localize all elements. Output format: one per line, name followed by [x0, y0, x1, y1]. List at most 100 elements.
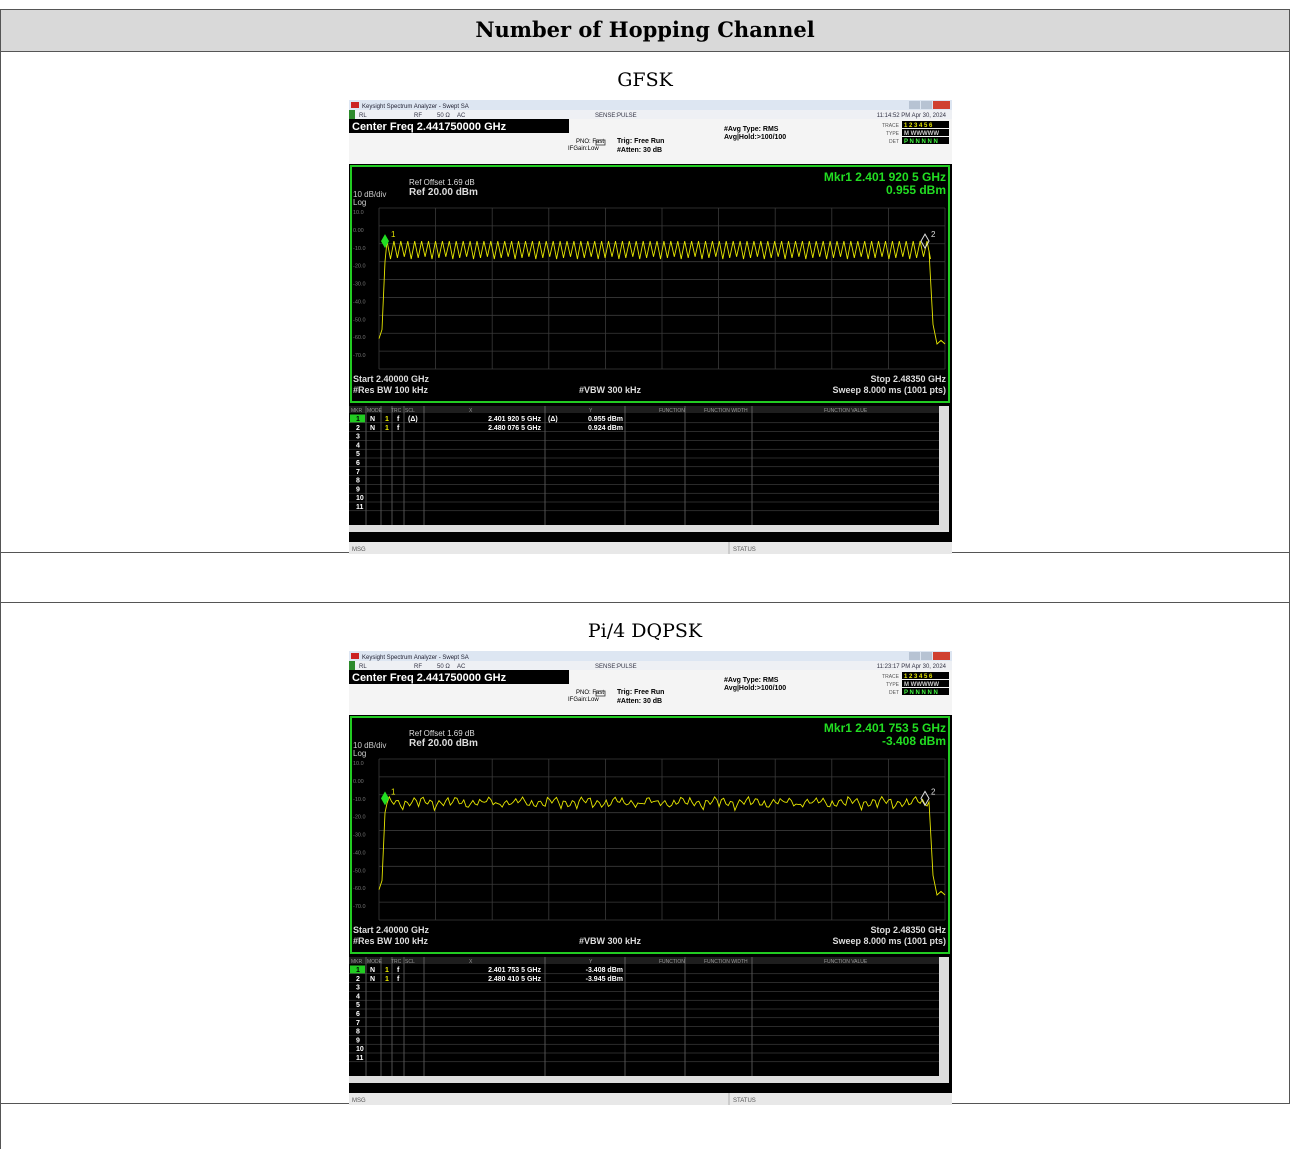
marker-2-label: 2: [931, 787, 936, 796]
table-header: MODE: [367, 408, 383, 414]
status-datetime: 11:14:52 PM Apr 30, 2024: [877, 113, 947, 119]
center-freq-text: Center Freq 2.441750000 GHz: [352, 121, 507, 133]
plot-panel: [350, 165, 950, 403]
y-tick-label: 10.0: [353, 210, 364, 216]
trig-text: Trig: Free Run: [617, 138, 664, 145]
table-cell-mkr: 3: [356, 434, 360, 441]
trig-text: Trig: Free Run: [617, 689, 664, 696]
table-cell-y: 0.955 dBm: [588, 416, 623, 423]
table-cell-mkr: 11: [356, 504, 364, 511]
avg-type-text: #Avg Type: RMS: [724, 677, 779, 684]
table-cell-trc: 1: [385, 416, 389, 423]
avg-hold-text: Avg|Hold:>100/100: [724, 685, 786, 692]
table-cell-trc: 1: [385, 967, 389, 974]
center-freq-text: Center Freq 2.441750000 GHz: [352, 672, 507, 684]
table-cell-mkr: 5: [356, 1002, 360, 1009]
trace-label: TRACE: [882, 674, 900, 680]
y-tick-label: 0.00: [353, 228, 364, 234]
table-header-title: Number of Hopping Channel: [475, 17, 815, 42]
app-icon: [351, 653, 359, 659]
table-border: [0, 602, 1290, 603]
spectrum-analyzer-screenshot-gfsk: Keysight Spectrum Analyzer - Swept SA RL R…: [349, 100, 952, 554]
ref-offset: Ref Offset 1.69 dB: [409, 178, 475, 187]
vbw-text: #VBW 300 kHz: [579, 936, 642, 946]
table-header: FUNCTION: [659, 408, 685, 414]
stop-freq: Stop 2.48350 GHz: [870, 374, 946, 384]
analyzer-svg: Keysight Spectrum Analyzer - Swept SA RL R…: [349, 100, 952, 554]
marker-1-label: 1: [391, 230, 396, 239]
ifgain-text: IFGain:Low: [568, 146, 599, 152]
plot-panel: [350, 716, 950, 954]
status-rf: RF: [414, 664, 422, 670]
rbw-text: #Res BW 100 kHz: [353, 385, 429, 395]
y-tick-label: -70.0: [353, 353, 366, 359]
y-tick-label: -10.0: [353, 797, 366, 803]
table-header: TRC: [391, 959, 402, 965]
table-cell-mkr: 1: [356, 416, 360, 423]
table-header: MODE: [367, 959, 383, 965]
table-cell-trc: 1: [385, 425, 389, 432]
status-led: [349, 110, 355, 119]
y-tick-label: -50.0: [353, 317, 366, 323]
y-tick-label: -50.0: [353, 868, 366, 874]
table-cell-y: 0.924 dBm: [588, 425, 623, 432]
table-cell-y: -3.408 dBm: [586, 967, 623, 974]
avg-type-text: #Avg Type: RMS: [724, 126, 779, 133]
table-cell-mode: N: [370, 416, 375, 423]
table-cell-mkr: 5: [356, 451, 360, 458]
status-rl: RL: [359, 113, 367, 119]
minimize-icon: [909, 101, 920, 109]
table-cell-y: -3.945 dBm: [586, 976, 623, 983]
y-tick-label: -30.0: [353, 282, 366, 288]
status-rl: RL: [359, 664, 367, 670]
trace-label: TRACE: [882, 123, 900, 129]
y-tick-label: 0.00: [353, 779, 364, 785]
start-freq: Start 2.40000 GHz: [353, 374, 430, 384]
status-sense: SENSE:PULSE: [595, 113, 637, 119]
log-label: Log: [353, 749, 366, 758]
table-scrollbar-v: [939, 957, 949, 1076]
table-cell-x: 2.401 753 5 GHz: [488, 967, 541, 974]
table-cell-mkr: 9: [356, 486, 360, 493]
y-tick-label: -40.0: [353, 299, 366, 305]
table-cell-mode: N: [370, 967, 375, 974]
table-header: FUNCTION WIDTH: [704, 408, 748, 414]
status-sense: SENSE:PULSE: [595, 664, 637, 670]
y-tick-label: -60.0: [353, 886, 366, 892]
maximize-icon: [921, 652, 932, 660]
type-value: M WWWWW: [904, 131, 939, 137]
start-freq: Start 2.40000 GHz: [353, 925, 430, 935]
marker-readout-level: -3.408 dBm: [882, 734, 946, 748]
status-label: STATUS: [733, 547, 756, 553]
window-title-text: Keysight Spectrum Analyzer - Swept SA: [362, 104, 469, 110]
marker-readout-freq: Mkr1 2.401 753 5 GHz: [824, 721, 946, 735]
status-datetime: 11:23:17 PM Apr 30, 2024: [877, 664, 947, 670]
table-cell-mkr: 7: [356, 1020, 360, 1027]
table-header: SCL: [405, 959, 415, 965]
trace-nums: 1 2 3 4 5 6: [904, 123, 933, 129]
det-value: P N N N N N: [904, 139, 938, 145]
table-cell-mkr: 9: [356, 1037, 360, 1044]
table-cell-mkr: 8: [356, 478, 360, 485]
table-header: FUNCTION: [659, 959, 685, 965]
marker-readout-freq: Mkr1 2.401 920 5 GHz: [824, 170, 946, 184]
type-label: TYPE: [886, 131, 900, 137]
message-bar: [349, 542, 952, 554]
vbw-text: #VBW 300 kHz: [579, 385, 642, 395]
spectrum-analyzer-screenshot-dqpsk: Keysight Spectrum Analyzer - Swept SA RL R…: [349, 651, 952, 1105]
table-cell-mkr: 1: [356, 967, 360, 974]
table-cell-mode: N: [370, 425, 375, 432]
table-cell-mkr: 4: [356, 442, 360, 449]
table-cell-trc: 1: [385, 976, 389, 983]
y-tick-label: -10.0: [353, 246, 366, 252]
table-cell-mkr: 6: [356, 1011, 360, 1018]
table-header: FUNCTION WIDTH: [704, 959, 748, 965]
y-tick-label: -20.0: [353, 264, 366, 270]
table-cell-mkr: 8: [356, 1029, 360, 1036]
ref-level: Ref 20.00 dBm: [409, 187, 478, 198]
status-rf: RF: [414, 113, 422, 119]
table-header: MKR: [351, 959, 363, 965]
marker-readout-level: 0.955 dBm: [886, 183, 946, 197]
table-header: FUNCTION VALUE: [824, 959, 868, 965]
det-label: DET: [889, 690, 899, 696]
